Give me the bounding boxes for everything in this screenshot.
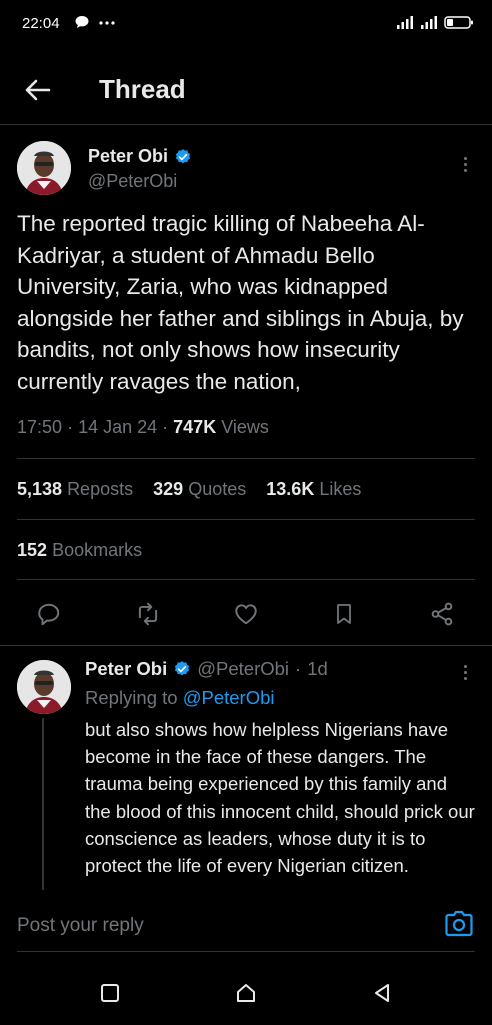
- replying-to-label: Replying to: [85, 687, 178, 708]
- verified-badge-icon: [175, 661, 190, 676]
- recent-apps-button[interactable]: [97, 980, 123, 1006]
- reply-input[interactable]: Post your reply: [17, 915, 144, 937]
- square-icon: [101, 984, 119, 1002]
- camera-button[interactable]: [444, 910, 474, 938]
- reply-age[interactable]: 1d: [307, 658, 328, 680]
- camera-icon: [445, 910, 473, 937]
- reply-tweet[interactable]: Peter Obi @PeterObi · 1d Replying to @Pe…: [0, 0, 492, 890]
- reply-avatar[interactable]: [17, 660, 71, 714]
- triangle-back-icon: [375, 984, 389, 1002]
- replying-to: Replying to @PeterObi: [85, 687, 275, 709]
- reply-composer: Post your reply: [0, 890, 492, 952]
- avatar-image: [17, 660, 71, 714]
- system-nav-bar: [0, 962, 492, 1025]
- replying-to-handle[interactable]: @PeterObi: [183, 687, 275, 708]
- reply-text: but also shows how helpless Nigerians ha…: [85, 719, 475, 877]
- system-back-button[interactable]: [369, 980, 395, 1006]
- reply-author-name[interactable]: Peter Obi: [85, 658, 167, 680]
- home-button[interactable]: [233, 980, 259, 1006]
- reply-author-handle[interactable]: @PeterObi: [197, 658, 289, 680]
- thread-connector: [42, 718, 44, 890]
- reply-header: Peter Obi @PeterObi · 1d: [85, 658, 328, 680]
- home-icon: [237, 984, 255, 1002]
- more-vertical-icon[interactable]: [455, 660, 475, 684]
